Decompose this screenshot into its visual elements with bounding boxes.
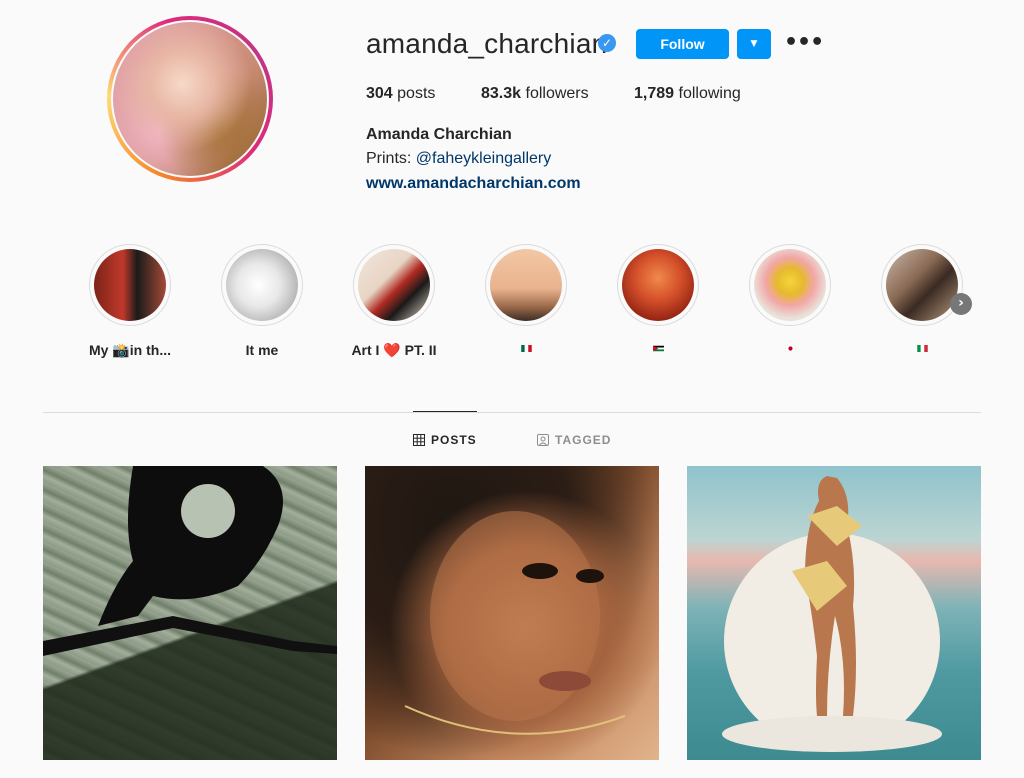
- verified-badge-icon: ✓: [598, 34, 616, 52]
- post-thumbnail-3[interactable]: [687, 466, 981, 760]
- tab-posts-label: POSTS: [431, 433, 477, 447]
- story-highlight-4[interactable]: [461, 244, 591, 352]
- followers-count-label: followers: [521, 85, 589, 102]
- highlight-ring: [89, 244, 171, 326]
- highlight-ring: [221, 244, 303, 326]
- highlight-cover: [358, 249, 430, 321]
- story-highlight-2[interactable]: It me: [197, 244, 327, 358]
- posts-count: 304 posts: [366, 85, 435, 103]
- highlight-ring: [881, 244, 963, 326]
- story-highlight-1[interactable]: My 📸in th...: [65, 244, 195, 359]
- post-3-image: [722, 476, 942, 752]
- following-count-value: 1,789: [634, 85, 675, 102]
- highlight-label: My 📸in th...: [89, 342, 171, 358]
- following-count-label: following: [674, 85, 741, 102]
- post-1-image: [43, 466, 337, 656]
- follow-button[interactable]: Follow: [636, 29, 729, 59]
- website-link[interactable]: www.amandacharchian.com: [366, 175, 581, 193]
- grid-icon: [413, 434, 425, 446]
- post-thumbnail-1[interactable]: [43, 466, 337, 760]
- highlight-cover: [94, 249, 166, 321]
- highlight-label: Art I ❤️ PT. II: [351, 342, 437, 358]
- tabs-divider: [43, 412, 981, 413]
- mexico-flag-icon: [520, 345, 532, 352]
- post-2-image: [404, 511, 626, 735]
- chevron-right-icon[interactable]: ›: [950, 293, 972, 315]
- highlight-cover: [490, 249, 562, 321]
- tab-tagged[interactable]: TAGGED: [537, 433, 611, 447]
- following-link[interactable]: 1,789 following: [634, 85, 741, 103]
- highlight-ring: [617, 244, 699, 326]
- highlight-cover: [622, 249, 694, 321]
- posts-count-label: posts: [392, 85, 436, 102]
- tagged-person-icon: [537, 434, 549, 446]
- posts-count-value: 304: [366, 85, 393, 102]
- username: amanda_charchian: [366, 28, 608, 59]
- japan-flag-icon: [784, 345, 796, 352]
- bio-handle-link[interactable]: @faheykleingallery: [416, 150, 551, 167]
- bio-prefix: Prints:: [366, 150, 416, 167]
- highlight-label: It me: [245, 342, 279, 358]
- highlight-cover: [226, 249, 298, 321]
- italy-flag-icon: [916, 345, 928, 352]
- tab-posts[interactable]: POSTS: [413, 433, 477, 447]
- post-thumbnail-2[interactable]: [365, 466, 659, 760]
- full-name: Amanda Charchian: [366, 126, 512, 143]
- followers-link[interactable]: 83.3k followers: [481, 85, 589, 103]
- bio-text: Prints: @faheykleingallery: [366, 150, 551, 168]
- highlight-ring: [749, 244, 831, 326]
- jordan-flag-icon: [652, 345, 664, 352]
- active-tab-indicator: [413, 411, 477, 412]
- more-options-icon[interactable]: •••: [784, 30, 824, 56]
- story-highlight-5[interactable]: [593, 244, 723, 352]
- highlight-ring: [353, 244, 435, 326]
- story-highlight-3[interactable]: Art I ❤️ PT. II: [329, 244, 459, 359]
- suggested-accounts-dropdown-button[interactable]: ▼: [737, 29, 771, 59]
- avatar-photo: [113, 22, 267, 176]
- profile-avatar[interactable]: [107, 16, 273, 182]
- highlight-ring: [485, 244, 567, 326]
- highlight-cover: [886, 249, 958, 321]
- highlight-cover: [754, 249, 826, 321]
- tab-tagged-label: TAGGED: [555, 433, 612, 447]
- story-highlight-6[interactable]: [725, 244, 855, 352]
- followers-count-value: 83.3k: [481, 85, 522, 102]
